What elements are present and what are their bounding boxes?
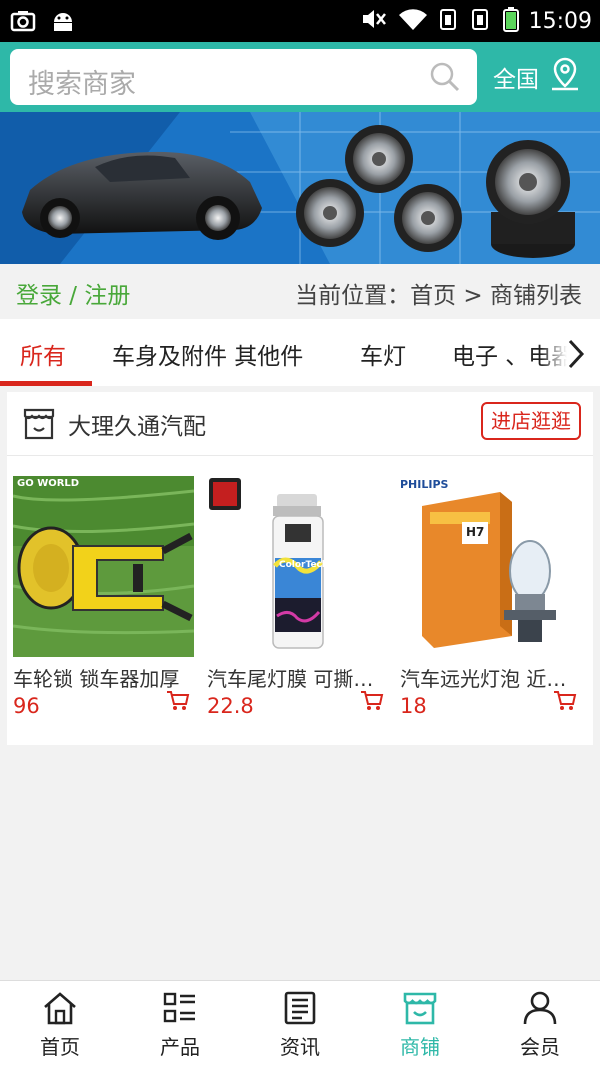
product-image[interactable]: ColorTech (207, 476, 388, 657)
shop-header: 大理久通汽配 进店逛逛 (7, 392, 593, 456)
sim1-signal-icon (439, 7, 461, 35)
grid-list-icon (162, 991, 198, 1029)
product-image[interactable]: PHILIPS H7 (400, 476, 581, 657)
promo-banner[interactable] (0, 112, 600, 264)
nav-label: 首页 (40, 1035, 80, 1059)
product-name[interactable]: 汽车远光灯泡 近光灯 (400, 663, 581, 692)
product-card[interactable]: PHILIPS H7 汽车远光灯泡 近光灯 18 (400, 476, 581, 718)
product-card[interactable]: GO WORLD 车轮锁 锁车器加厚 96 (13, 476, 194, 718)
shop-card: 大理久通汽配 进店逛逛 GO WORLD 车轮锁 锁车器加厚 96 ColorT… (7, 392, 593, 745)
nav-home[interactable]: 首页 (0, 981, 120, 1067)
brand-logo-text: PHILIPS (400, 478, 449, 491)
search-placeholder: 搜索商家 (28, 69, 136, 100)
tab-body-accessories[interactable]: 车身及附件 其他件 (112, 337, 303, 371)
add-to-cart-icon[interactable] (553, 690, 577, 716)
nav-shops[interactable]: 商铺 (360, 981, 480, 1067)
search-input[interactable]: 搜索商家 (10, 49, 477, 105)
wifi-icon (397, 7, 429, 35)
home-icon (42, 991, 78, 1029)
chevron-right-icon[interactable] (566, 338, 586, 374)
tab-lights[interactable]: 车灯 (360, 337, 406, 371)
nav-products[interactable]: 产品 (120, 981, 240, 1067)
nav-label: 商铺 (400, 1035, 440, 1059)
shop-icon (402, 991, 438, 1029)
product-card[interactable]: ColorTech 汽车尾灯膜 可撕喷漆 22.8 (207, 476, 388, 718)
user-icon (522, 991, 558, 1029)
region-selector[interactable]: 全国 (493, 60, 539, 94)
login-register-link[interactable]: 登录 / 注册 (16, 276, 130, 310)
status-bar: 15:09 (0, 0, 600, 42)
nav-label: 会员 (520, 1035, 560, 1059)
nav-news[interactable]: 资讯 (240, 981, 360, 1067)
screenshot-icon (10, 8, 36, 38)
breadcrumb: 当前位置：首页 > 商铺列表 (295, 283, 582, 309)
brand-logo-text: ColorTech (279, 560, 329, 570)
header-bar: 搜索商家 全国 (0, 42, 600, 112)
product-name[interactable]: 车轮锁 锁车器加厚 (13, 663, 194, 692)
product-name[interactable]: 汽车尾灯膜 可撕喷漆 (207, 663, 388, 692)
clock: 15:09 (528, 8, 592, 34)
active-tab-indicator (0, 381, 92, 386)
search-icon[interactable] (429, 61, 461, 97)
nav-label: 资讯 (280, 1035, 320, 1059)
category-tabs: 所有 车身及附件 其他件 车灯 电子 、电器 (0, 319, 600, 386)
location-row: 登录 / 注册 当前位置：首页 > 商铺列表 (0, 264, 600, 319)
android-icon (50, 8, 76, 38)
store-icon (23, 406, 55, 444)
nav-member[interactable]: 会员 (480, 981, 600, 1067)
news-icon (282, 991, 318, 1029)
battery-icon (502, 6, 519, 36)
location-pin-icon[interactable] (548, 56, 582, 96)
add-to-cart-icon[interactable] (360, 690, 384, 716)
add-to-cart-icon[interactable] (166, 690, 190, 716)
nav-label: 产品 (160, 1035, 200, 1059)
bottom-nav: 首页 产品 资讯 商铺 会员 (0, 980, 600, 1067)
visit-shop-button[interactable]: 进店逛逛 (481, 402, 581, 440)
shop-name: 大理久通汽配 (68, 414, 206, 440)
mute-icon (361, 7, 387, 35)
product-image[interactable]: GO WORLD (13, 476, 194, 657)
brand-logo-text: GO WORLD (17, 478, 80, 489)
bulb-type-badge: H7 (466, 525, 485, 539)
tab-all[interactable]: 所有 (20, 337, 66, 371)
sim2-signal-icon (471, 7, 493, 35)
